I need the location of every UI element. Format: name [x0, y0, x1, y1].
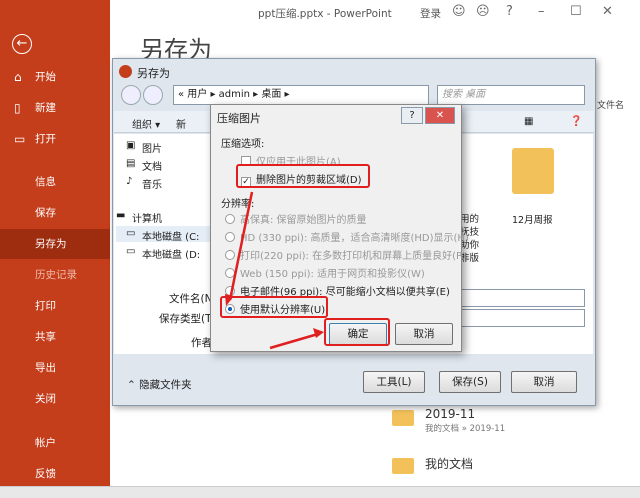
backstage-sidebar: ← ⌂ 开始 ▯ 新建 ▭ 打开 信息 保存 另存为 历史记录 打印 共享 导出 关闭… — [0, 0, 110, 498]
resolution-group-label: 分辨率: — [221, 199, 255, 210]
smiley-icon[interactable]: ☺ — [452, 4, 466, 19]
save-button[interactable]: 保存(S) — [439, 371, 501, 393]
dialog-title: 另存为 — [137, 67, 170, 80]
tools-button[interactable]: 工具(L) — [363, 371, 425, 393]
options-group-label: 压缩选项: — [221, 139, 265, 150]
res-print-220[interactable]: 打印(220 ppi): 在多数打印机和屏幕上质量良好(P) — [225, 247, 466, 262]
hide-folders-toggle[interactable]: ⌃ 隐藏文件夹 — [127, 377, 192, 392]
minimize-icon[interactable]: – — [538, 4, 545, 19]
nav-open[interactable]: ▭ 打开 — [0, 124, 110, 154]
nav-export[interactable]: 导出 — [0, 353, 110, 383]
highlight-delete-crop — [236, 164, 370, 188]
highlight-ok-button — [324, 318, 390, 346]
window-title: ppt压缩.pptx - PowerPoint — [258, 8, 392, 20]
res-hd-330[interactable]: HD (330 ppi): 高质量，适合高清晰度(HD)显示(H) — [225, 229, 469, 244]
folder-icon: ▭ — [14, 132, 26, 146]
nav-close[interactable]: 关闭 — [0, 384, 110, 414]
disk-icon: ▭ — [126, 246, 136, 257]
view-icon[interactable]: ▦ — [524, 116, 533, 127]
maximize-icon[interactable]: ☐ — [570, 4, 582, 19]
tree-item-pictures[interactable]: 图片 — [142, 140, 162, 155]
tree-item-documents[interactable]: 文档 — [142, 158, 162, 173]
bg-doc-label: 文件名 — [597, 101, 625, 111]
home-icon: ⌂ — [14, 70, 22, 84]
tree-item-disk-d[interactable]: 本地磁盘 (D: — [142, 246, 200, 261]
res-web-150[interactable]: Web (150 ppi): 适用于网页和投影仪(W) — [225, 265, 425, 280]
nav-save-as[interactable]: 另存为 — [0, 229, 110, 259]
back-arrow-icon[interactable]: ← — [12, 34, 32, 54]
search-input[interactable]: 搜索 桌面 — [437, 85, 585, 105]
title-bar: ppt压缩.pptx - PowerPoint 登录 ☺ ☹ ? – ☐ ✕ — [110, 0, 640, 26]
powerpoint-logo-icon — [119, 65, 132, 78]
horizontal-scrollbar[interactable] — [0, 486, 640, 498]
frown-icon[interactable]: ☹ — [476, 4, 490, 19]
chevron-up-icon: ⌃ — [127, 379, 140, 391]
compress-title: 压缩图片 — [217, 112, 261, 125]
cancel-button[interactable]: 取消 — [511, 371, 577, 393]
help-icon[interactable]: ? — [506, 4, 513, 19]
pictures-icon: ▣ — [126, 140, 136, 151]
close-icon[interactable]: ✕ — [602, 4, 613, 19]
nav-feedback[interactable]: 反馈 — [0, 459, 110, 489]
nav-save[interactable]: 保存 — [0, 198, 110, 228]
folder-icon — [392, 458, 414, 474]
tree-item-music[interactable]: 音乐 — [142, 176, 162, 191]
author-label: 作者 — [191, 337, 212, 349]
nav-info[interactable]: 信息 — [0, 167, 110, 197]
res-high-fidelity[interactable]: 高保真: 保留原始图片的质量 — [225, 211, 367, 226]
music-icon: ♪ — [126, 176, 133, 187]
new-doc-icon: ▯ — [14, 101, 21, 115]
tree-item-computer[interactable]: 计算机 — [132, 210, 162, 225]
nav-history[interactable]: 历史记录 — [0, 260, 110, 290]
highlight-default-res — [220, 296, 328, 318]
help-button[interactable]: ? — [401, 107, 423, 124]
file-frag-1: 用的 — [460, 214, 480, 225]
login-link[interactable]: 登录 — [420, 6, 441, 21]
nav-account[interactable]: 帐户 — [0, 428, 110, 458]
tree-item-disk-c[interactable]: 本地磁盘 (C: — [142, 228, 199, 243]
file-name-weekly[interactable]: 12月周报 — [512, 212, 553, 226]
compress-cancel-button[interactable]: 取消 — [395, 323, 453, 345]
computer-icon: ▬ — [116, 210, 126, 221]
nav-share[interactable]: 共享 — [0, 322, 110, 352]
back-button[interactable] — [121, 85, 141, 105]
folder-icon — [392, 410, 414, 426]
documents-icon: ▤ — [126, 158, 136, 169]
new-folder-button[interactable]: 新 — [176, 116, 186, 131]
nav-new[interactable]: ▯ 新建 — [0, 93, 110, 123]
organize-button[interactable]: 组织 ▾ — [132, 116, 160, 131]
address-bar[interactable]: « 用户 ▸ admin ▸ 桌面 ▸ — [173, 85, 429, 105]
nav-home[interactable]: ⌂ 开始 — [0, 62, 110, 92]
close-button[interactable]: ✕ — [425, 107, 455, 124]
folder-thumbnail[interactable] — [512, 148, 554, 194]
forward-button[interactable] — [143, 85, 163, 105]
nav-print[interactable]: 打印 — [0, 291, 110, 321]
disk-icon: ▭ — [126, 228, 136, 239]
help-icon[interactable]: ❓ — [570, 116, 582, 127]
